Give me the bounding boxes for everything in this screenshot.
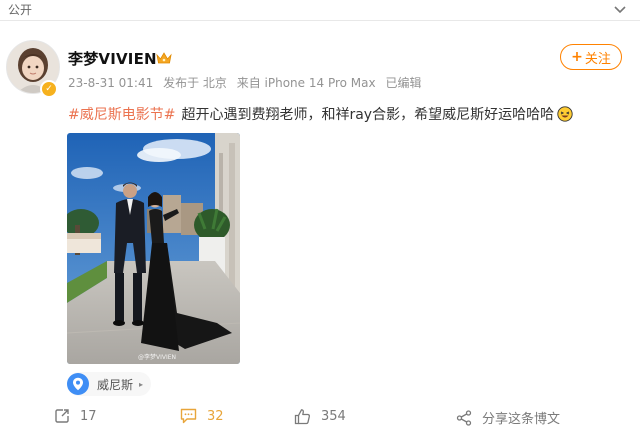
post-timestamp[interactable]: 23-8-31 01:41 <box>68 76 153 90</box>
photo-watermark: @李梦VIVIEN <box>138 354 177 361</box>
comment-count: 32 <box>207 408 224 424</box>
action-bar: 17 32 354 分享这条博文 <box>0 400 640 436</box>
like-button[interactable]: 354 <box>294 408 346 425</box>
top-bar <box>0 0 640 21</box>
follow-button[interactable]: + 关注 <box>560 44 622 70</box>
username[interactable]: 李梦VIVIEN <box>68 48 157 69</box>
location-pin-icon <box>67 373 89 395</box>
share-label: 分享这条博文 <box>482 412 561 427</box>
comment-icon <box>180 408 197 424</box>
post-body: 超开心遇到费翔老师，和祥ray合影，希望威尼斯好运哈哈哈 <box>181 107 555 123</box>
share-button[interactable]: 分享这条博文 <box>456 408 560 427</box>
comment-button[interactable]: 32 <box>180 408 224 424</box>
chevron-down-icon[interactable] <box>612 1 628 17</box>
post-text: #威尼斯电影节# 超开心遇到费翔老师，和祥ray合影，希望威尼斯好运哈哈哈 <box>68 104 573 124</box>
verified-badge-icon: ✓ <box>40 80 58 98</box>
laughing-emoji-icon <box>557 106 573 122</box>
hashtag-link[interactable]: #威尼斯电影节# <box>68 104 175 124</box>
caret-right-icon: ▸ <box>139 379 144 389</box>
location-label: 威尼斯 <box>97 377 134 392</box>
location-chip[interactable]: 威尼斯 ▸ <box>67 372 152 396</box>
like-count: 354 <box>321 409 346 424</box>
visibility-label: 公开 <box>8 3 33 17</box>
post-photo[interactable] <box>67 133 240 364</box>
repost-count: 17 <box>80 408 97 424</box>
repost-button[interactable]: 17 <box>54 408 97 424</box>
follow-label: 关注 <box>584 51 611 67</box>
edited-label[interactable]: 已编辑 <box>385 76 421 90</box>
like-icon <box>294 409 310 425</box>
crown-icon <box>156 50 172 64</box>
share-icon <box>456 409 472 426</box>
repost-icon <box>55 409 69 423</box>
published-from: 发布于 北京 <box>163 76 227 90</box>
plus-icon: + <box>571 49 583 65</box>
post-meta: 23-8-31 01:41 发布于 北京 来自 iPhone 14 Pro Ma… <box>68 74 427 91</box>
device-source: 来自 iPhone 14 Pro Max <box>236 76 376 90</box>
